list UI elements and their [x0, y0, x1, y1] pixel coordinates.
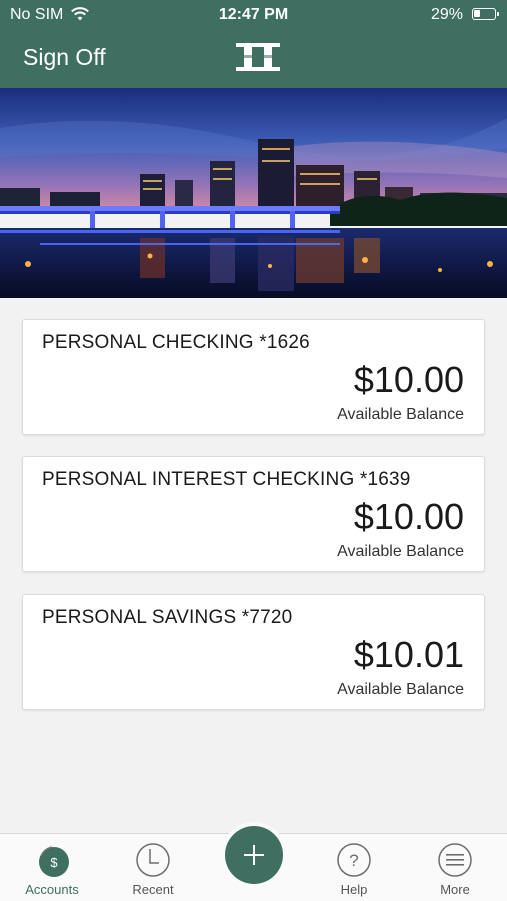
tab-accounts[interactable]: $ Accounts: [2, 834, 102, 901]
account-balance: $10.01: [353, 634, 464, 675]
balance-caption: Available Balance: [337, 406, 464, 423]
tab-label: Help: [340, 882, 368, 897]
account-card-savings[interactable]: PERSONAL SAVINGS *7720 $10.01 Available …: [22, 594, 485, 710]
tab-label: Recent: [132, 882, 174, 897]
add-button[interactable]: [225, 826, 283, 884]
account-balance: $10.00: [353, 496, 464, 537]
account-card-interest-checking[interactable]: PERSONAL INTEREST CHECKING *1639 $10.00 …: [22, 456, 485, 572]
app-header: No SIM 12:47 PM 29% Sign Off: [0, 0, 507, 88]
bank-logo-icon: [230, 43, 286, 71]
tab-label: More: [440, 882, 470, 897]
balance-caption: Available Balance: [337, 543, 464, 560]
account-card-checking[interactable]: PERSONAL CHECKING *1626 $10.00 Available…: [22, 319, 485, 435]
account-balance: $10.00: [353, 359, 464, 400]
account-name: PERSONAL SAVINGS *7720: [42, 607, 293, 628]
tab-help[interactable]: ? Help: [304, 834, 404, 901]
svg-text:?: ?: [349, 851, 358, 870]
svg-text:$: $: [50, 855, 58, 870]
account-name: PERSONAL INTEREST CHECKING *1639: [42, 469, 411, 490]
battery-icon: [472, 8, 499, 20]
help-icon: ?: [337, 843, 371, 877]
tab-label: Accounts: [25, 882, 79, 897]
clock-icon: [136, 843, 170, 877]
battery-percent: 29%: [430, 6, 463, 23]
accounts-icon: $: [39, 846, 69, 877]
menu-icon: [438, 843, 472, 877]
balance-caption: Available Balance: [337, 681, 464, 698]
account-name: PERSONAL CHECKING *1626: [42, 332, 310, 353]
hero-skyline-image: [0, 88, 507, 298]
battery-fill: [474, 10, 480, 17]
tab-recent[interactable]: Recent: [103, 834, 203, 901]
status-bar: No SIM 12:47 PM 29%: [0, 0, 507, 30]
skyline-illustration: [0, 88, 507, 298]
tab-more[interactable]: More: [405, 834, 505, 901]
sign-off-button[interactable]: Sign Off: [23, 44, 106, 71]
